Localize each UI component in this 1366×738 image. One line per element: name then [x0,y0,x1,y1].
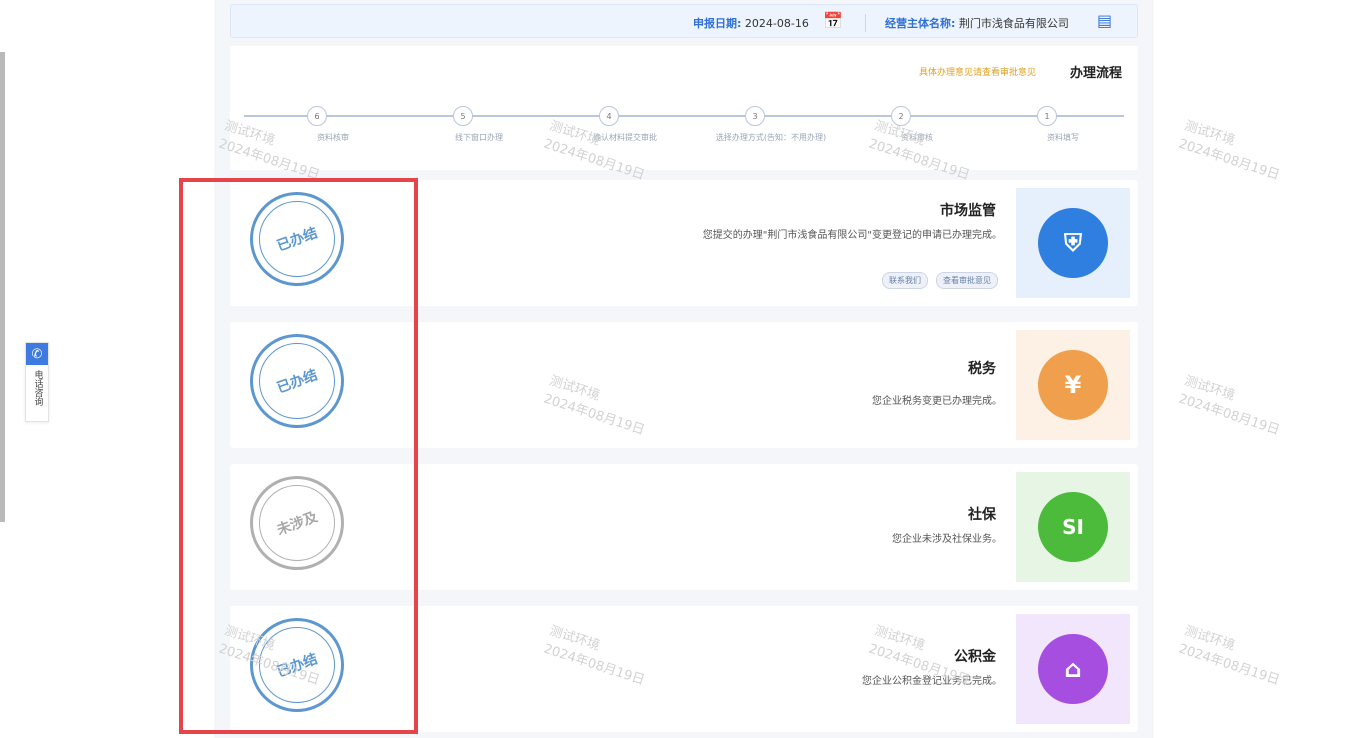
service-title: 社保 [968,507,996,523]
market-icon-box: ⛨ [1016,188,1130,298]
yuan-hand-icon: ¥ [1038,350,1108,420]
si-icon: SI [1038,492,1108,562]
step-4-circle: 4 [599,106,619,126]
stamp-not-involved: 未涉及 [250,476,344,570]
stamp-text: 已办结 [274,367,320,397]
step-4-label: 确认材料提交审批 [593,133,657,142]
service-desc: 您企业公积金登记业务已完成。 [862,676,1002,687]
social-icon-box: SI [1016,472,1130,582]
step-2-circle: 2 [891,106,911,126]
service-card-market: ⛨ 市场监管 您提交的办理"荆门市浅食品有限公司"变更登记的申请已办理完成。 查… [230,180,1138,306]
step-5-circle: 5 [453,106,473,126]
service-title: 市场监管 [940,203,996,219]
stamp-completed: 已办结 [250,618,344,712]
service-title: 公积金 [954,649,996,665]
entity-label: 经营主体名称: [885,17,956,30]
step-1-label: 资料填写 [1047,133,1079,142]
shield-user-icon: ⛨ [1038,208,1108,278]
step-3-circle: 3 [745,106,765,126]
service-title: 税务 [968,361,996,377]
date-label: 申报日期: [693,17,742,30]
watermark: 测试环境 2024年08月19日 [1176,623,1282,689]
service-card-housing-fund: ⌂ 公积金 您企业公积金登记业务已完成。 已办结 [230,606,1138,732]
process-card: 办理流程 具体办理意见请查看审批意见 1 2 3 4 5 6 资料填写 资料审核… [230,46,1138,170]
stamp-text: 未涉及 [274,509,320,539]
service-card-social-security: SI 社保 您企业未涉及社保业务。 未涉及 [230,464,1138,590]
step-3-label: 选择办理方式(告知：不用办理) [715,133,827,142]
step-6-circle: 6 [307,106,327,126]
step-2-label: 资料审核 [901,133,933,142]
step-6-label: 资料核审 [317,133,349,142]
phone-consult-label: 电话咨询 [32,370,43,406]
stamp-completed: 已办结 [250,334,344,428]
view-approval-button[interactable]: 查看审批意见 [936,272,998,289]
info-header: ▤ 经营主体名称: 荆门市浅食品有限公司 📅 申报日期: 2024-08-16 [230,4,1138,38]
calendar-icon: 📅 [823,11,843,30]
service-card-tax: ¥ 税务 您企业税务变更已办理完成。 已办结 [230,322,1138,448]
phone-consult-widget[interactable]: ✆ 电话咨询 [25,342,49,422]
contact-us-button[interactable]: 联系我们 [882,272,928,289]
phone-icon: ✆ [26,343,48,365]
fund-icon-box: ⌂ [1016,614,1130,724]
watermark: 测试环境 2024年08月19日 [1176,373,1282,439]
service-desc: 您企业未涉及社保业务。 [892,534,1002,545]
step-1-circle: 1 [1037,106,1057,126]
watermark: 测试环境 2024年08月19日 [1176,118,1282,184]
process-track [244,115,1124,117]
header-divider [865,14,866,32]
building-icon: ▤ [1097,11,1113,30]
stamp-text: 已办结 [274,651,320,681]
main-content: ▤ 经营主体名称: 荆门市浅食品有限公司 📅 申报日期: 2024-08-16 … [214,0,1154,738]
service-desc: 您企业税务变更已办理完成。 [872,396,1002,407]
service-desc: 您提交的办理"荆门市浅食品有限公司"变更登记的申请已办理完成。 [702,230,1002,241]
page-scrollbar[interactable] [0,52,5,522]
step-5-label: 线下窗口办理 [455,133,503,142]
process-title: 办理流程 [1069,66,1122,81]
tax-icon-box: ¥ [1016,330,1130,440]
entity-value: 荆门市浅食品有限公司 [958,17,1069,30]
process-hint: 具体办理意见请查看审批意见 [918,68,1036,78]
date-value: 2024-08-16 [744,17,809,30]
stamp-text: 已办结 [274,225,320,255]
yuan-house-icon: ⌂ [1038,634,1108,704]
stamp-completed: 已办结 [250,192,344,286]
